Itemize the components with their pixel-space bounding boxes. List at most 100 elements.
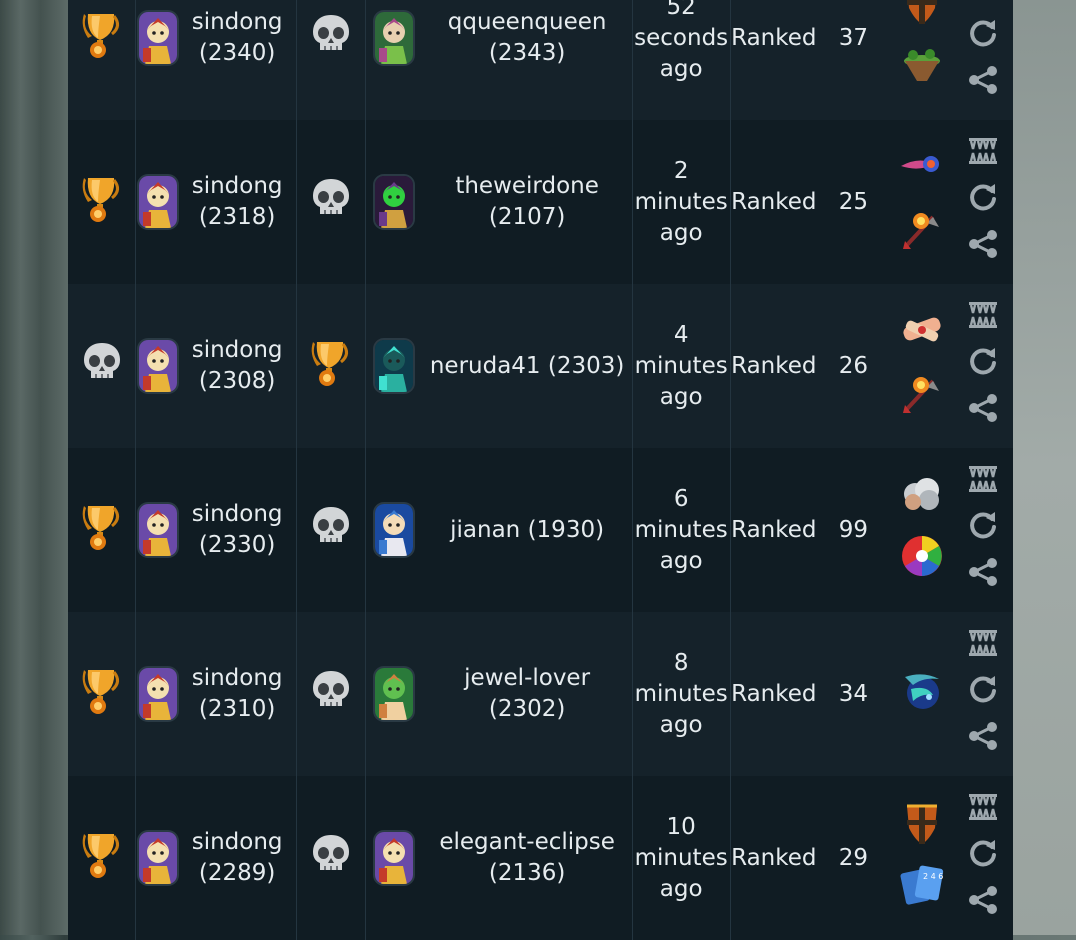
player1-name[interactable]: sindong	[192, 829, 283, 855]
trophy-icon	[307, 336, 355, 397]
player1-result-cell	[68, 776, 137, 940]
turn-count: 25	[838, 188, 868, 215]
player1-cell[interactable]: sindong (2318)	[178, 120, 297, 284]
replay-icon[interactable]	[954, 673, 1012, 714]
player2-name[interactable]: qqueenqueen	[448, 9, 607, 35]
time-ago-suffix: ago	[659, 875, 703, 902]
blue-wizard-avatar[interactable]	[375, 504, 414, 556]
game-row[interactable]: sindong (2289) elegant-eclipse (2136) 10…	[68, 776, 1013, 940]
time-ago-unit: minutes	[634, 680, 728, 707]
time-ago-unit: minutes	[634, 844, 728, 871]
player2-avatar-cell	[366, 448, 423, 612]
flaming-arrow-artifact[interactable]	[890, 369, 954, 424]
share-icon[interactable]	[954, 228, 1012, 269]
artifacts-cell: 2 4 6	[890, 776, 954, 940]
game-row[interactable]: sindong (2318) theweirdone (2107) 2 minu…	[68, 120, 1013, 284]
skull-icon	[309, 12, 353, 65]
armored-knight-avatar[interactable]	[138, 340, 177, 392]
player1-name[interactable]: sindong	[192, 9, 283, 35]
floating-island-artifact[interactable]	[890, 41, 954, 96]
game-row[interactable]: sindong (2340) qqueenqueen (2343) 52 sec…	[68, 0, 1013, 120]
fang-teeth-icon[interactable]	[954, 792, 1012, 831]
fang-teeth-icon[interactable]	[954, 628, 1012, 667]
player1-cell[interactable]: sindong (2289)	[178, 776, 297, 940]
player1-cell[interactable]: sindong (2308)	[178, 284, 297, 448]
hooded-necromancer-avatar[interactable]	[375, 176, 414, 228]
fang-teeth-icon[interactable]	[954, 0, 1012, 11]
player2-name[interactable]: jewel-lover	[464, 665, 590, 691]
player1-cell[interactable]: sindong (2310)	[178, 612, 297, 776]
fang-teeth-icon[interactable]	[954, 300, 1012, 339]
blue-whirlwind-artifact[interactable]	[890, 667, 954, 722]
player2-name[interactable]: jianan	[450, 517, 520, 543]
player1-cell[interactable]: sindong (2330)	[178, 448, 297, 612]
replay-icon[interactable]	[954, 17, 1012, 58]
replay-icon[interactable]	[954, 837, 1012, 878]
player2-rating: (2343)	[488, 40, 566, 66]
time-ago-cell: 6 minutes ago	[632, 448, 731, 612]
shield-artifact[interactable]	[890, 800, 954, 855]
armored-knight-avatar[interactable]	[138, 12, 177, 64]
comet-artifact[interactable]	[890, 144, 954, 199]
fang-teeth-icon[interactable]	[954, 464, 1012, 503]
player1-name[interactable]: sindong	[192, 337, 283, 363]
time-ago-suffix: ago	[659, 55, 703, 82]
player1-cell[interactable]: sindong (2340)	[178, 0, 297, 120]
share-icon[interactable]	[954, 884, 1012, 925]
playing-cards-artifact[interactable]: 2 4 6	[890, 861, 954, 916]
time-ago-cell: 4 minutes ago	[632, 284, 731, 448]
game-row[interactable]: sindong (2330) jianan (1930) 6 minutes a…	[68, 448, 1013, 612]
share-icon[interactable]	[954, 720, 1012, 761]
game-row[interactable]: sindong (2308) neruda41 (2303) 4 minutes…	[68, 284, 1013, 448]
flaming-arrow-artifact[interactable]	[890, 205, 954, 260]
shield-artifact[interactable]	[890, 0, 954, 35]
share-icon[interactable]	[954, 392, 1012, 433]
elf-girl-avatar[interactable]	[375, 668, 414, 720]
bandage-artifact[interactable]	[890, 308, 954, 363]
player1-name[interactable]: sindong	[192, 501, 283, 527]
game-history-rows: sindong (2340) qqueenqueen (2343) 52 sec…	[68, 0, 1013, 940]
time-ago-cell: 8 minutes ago	[632, 612, 731, 776]
armored-knight-avatar[interactable]	[138, 668, 177, 720]
fang-teeth-icon[interactable]	[954, 136, 1012, 175]
player1-rating: (2318)	[198, 204, 276, 230]
armored-knight-avatar[interactable]	[138, 504, 177, 556]
color-wheel-artifact[interactable]	[890, 533, 954, 588]
player1-name[interactable]: sindong	[192, 665, 283, 691]
share-icon[interactable]	[954, 64, 1012, 105]
player1-rating: (2340)	[198, 40, 276, 66]
player2-cell[interactable]: theweirdone (2107)	[422, 120, 633, 284]
player1-name[interactable]: sindong	[192, 173, 283, 199]
armored-knight-avatar[interactable]	[375, 832, 414, 884]
player2-cell[interactable]: qqueenqueen (2343)	[422, 0, 633, 120]
replay-icon[interactable]	[954, 181, 1012, 222]
green-goblin-avatar[interactable]	[375, 12, 414, 64]
time-ago-unit: minutes	[634, 516, 728, 543]
turn-count: 99	[838, 516, 868, 543]
player2-name[interactable]: theweirdone	[455, 173, 599, 199]
player2-cell[interactable]: elegant-eclipse (2136)	[422, 776, 633, 940]
player2-cell[interactable]: jewel-lover (2302)	[422, 612, 633, 776]
time-ago-cell: 10 minutes ago	[632, 776, 731, 940]
armored-knight-avatar[interactable]	[138, 176, 177, 228]
teal-dragon-avatar[interactable]	[375, 340, 414, 392]
turn-count: 26	[838, 352, 868, 379]
player1-avatar-cell	[136, 120, 179, 284]
replay-icon[interactable]	[954, 509, 1012, 550]
game-row[interactable]: sindong (2310) jewel-lover (2302) 8 minu…	[68, 612, 1013, 776]
armored-knight-avatar[interactable]	[138, 832, 177, 884]
player2-name[interactable]: elegant-eclipse	[439, 829, 615, 855]
game-type: Ranked	[731, 352, 817, 379]
player2-result-cell	[296, 612, 367, 776]
player2-cell[interactable]: jianan (1930)	[422, 448, 633, 612]
player2-name[interactable]: neruda41	[430, 353, 541, 379]
storm-cloud-artifact[interactable]	[890, 472, 954, 527]
game-type-cell: Ranked	[730, 776, 817, 940]
background-left	[0, 0, 68, 935]
player2-rating: (2303)	[547, 352, 625, 379]
share-icon[interactable]	[954, 556, 1012, 597]
game-type: Ranked	[731, 680, 817, 707]
replay-icon[interactable]	[954, 345, 1012, 386]
player2-cell[interactable]: neruda41 (2303)	[422, 284, 633, 448]
turns-cell: 26	[817, 284, 889, 448]
